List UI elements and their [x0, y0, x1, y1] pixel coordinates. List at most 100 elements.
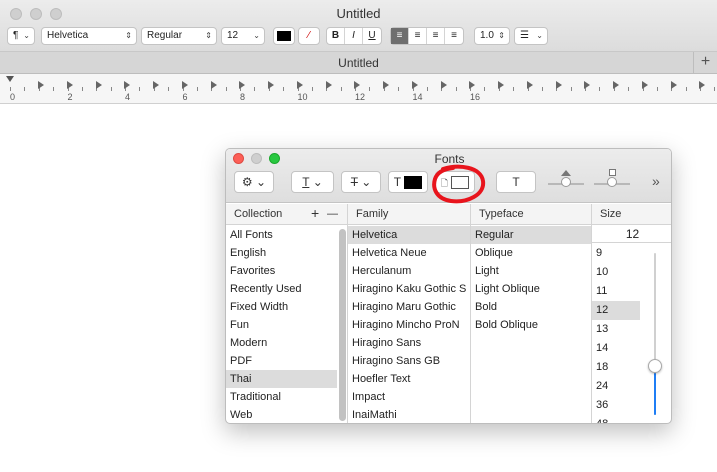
paragraph-style-popup[interactable]: ¶ ⌄	[7, 27, 35, 45]
collection-item[interactable]: Modern	[226, 334, 337, 352]
family-item[interactable]: Helvetica Neue	[348, 244, 470, 262]
tab-untitled[interactable]: Untitled	[0, 56, 717, 70]
family-item[interactable]: InaiMathi	[348, 406, 470, 423]
family-list[interactable]: Helvetica Helvetica Neue Herculanum Hiragin…	[348, 226, 470, 423]
size-item[interactable]: 12	[592, 301, 640, 320]
size-item[interactable]: 13	[592, 320, 640, 339]
family-item[interactable]: Hiragino Mincho ProN	[348, 316, 470, 334]
family-item[interactable]: Helvetica	[348, 226, 470, 244]
family-item[interactable]: Hoefler Text	[348, 370, 470, 388]
strikethrough-menu-button[interactable]: T ⌄	[341, 171, 381, 193]
size-item[interactable]: 11	[592, 282, 640, 301]
tab-stop-icon[interactable]	[699, 81, 705, 89]
italic-button[interactable]: I	[345, 28, 363, 44]
tab-stop-icon[interactable]	[297, 81, 303, 89]
tab-stop-icon[interactable]	[153, 81, 159, 89]
tab-stop-icon[interactable]	[268, 81, 274, 89]
tab-stop-icon[interactable]	[326, 81, 332, 89]
align-left-icon[interactable]: ≡	[391, 28, 409, 44]
tab-stop-icon[interactable]	[239, 81, 245, 89]
text-color-button[interactable]: T	[388, 171, 428, 193]
align-justify-icon[interactable]: ≡	[445, 28, 463, 44]
align-center-icon[interactable]: ≡	[409, 28, 427, 44]
indent-marker-icon[interactable]	[6, 76, 14, 82]
size-item[interactable]: 36	[592, 396, 640, 415]
new-tab-button[interactable]: +	[693, 52, 717, 73]
size-item[interactable]: 18	[592, 358, 640, 377]
collection-item[interactable]: Favorites	[226, 262, 337, 280]
list-popup[interactable]: ☰ ⌄	[514, 27, 548, 45]
tab-stop-icon[interactable]	[211, 81, 217, 89]
shadow-blur-knob[interactable]	[607, 177, 617, 187]
font-style-popup[interactable]: Regular ⇕	[141, 27, 217, 45]
add-collection-button[interactable]: +	[311, 205, 319, 221]
typeface-item[interactable]: Regular	[471, 226, 591, 244]
collection-item[interactable]: Traditional	[226, 388, 337, 406]
font-size-combo[interactable]: 12 ⌄	[221, 27, 265, 45]
collection-item[interactable]: Thai	[226, 370, 337, 388]
family-item[interactable]: Hiragino Sans	[348, 334, 470, 352]
actions-menu-button[interactable]: ⚙ ⌄	[234, 171, 274, 193]
typeface-item[interactable]: Oblique	[471, 244, 591, 262]
family-item[interactable]: Hiragino Maru Gothic	[348, 298, 470, 316]
collection-item[interactable]: Web	[226, 406, 337, 423]
tab-stop-icon[interactable]	[182, 81, 188, 89]
more-icon[interactable]: »	[652, 173, 660, 189]
size-item[interactable]: 24	[592, 377, 640, 396]
typeface-list[interactable]: Regular Oblique Light Light Oblique Bold Bold…	[471, 226, 591, 334]
collection-item[interactable]: All Fonts	[226, 226, 337, 244]
family-item[interactable]: Hiragino Sans GB	[348, 352, 470, 370]
family-item[interactable]: Impact	[348, 388, 470, 406]
shadow-opacity-knob[interactable]	[561, 177, 571, 187]
tab-stop-icon[interactable]	[671, 81, 677, 89]
typeface-item[interactable]: Bold Oblique	[471, 316, 591, 334]
tab-stop-icon[interactable]	[67, 81, 73, 89]
tab-stop-icon[interactable]	[469, 81, 475, 89]
collection-scrollbar[interactable]	[339, 229, 346, 421]
remove-collection-button[interactable]: —	[327, 208, 338, 220]
tab-stop-icon[interactable]	[354, 81, 360, 89]
ruler[interactable]: 0 2 4 6 8 10 12 14 16	[0, 74, 717, 104]
collection-item[interactable]: English	[226, 244, 337, 262]
tab-stop-icon[interactable]	[96, 81, 102, 89]
family-item[interactable]: Hiragino Kaku Gothic S	[348, 280, 470, 298]
tab-stop-icon[interactable]	[38, 81, 44, 89]
typeface-item[interactable]: Light	[471, 262, 591, 280]
tab-stop-icon[interactable]	[584, 81, 590, 89]
typeface-item[interactable]: Bold	[471, 298, 591, 316]
background-color-well[interactable]: ⁄	[298, 27, 320, 45]
line-spacing-popup[interactable]: 1.0 ⇕	[474, 27, 510, 45]
tab-stop-icon[interactable]	[124, 81, 130, 89]
tab-stop-icon[interactable]	[383, 81, 389, 89]
size-slider-knob[interactable]	[648, 359, 662, 373]
underline-menu-button[interactable]: T ⌄	[291, 171, 334, 193]
ruler-label: 2	[67, 92, 73, 102]
tab-stop-icon[interactable]	[441, 81, 447, 89]
size-field[interactable]: 12	[592, 225, 671, 243]
size-item[interactable]: 10	[592, 263, 640, 282]
tab-stop-icon[interactable]	[498, 81, 504, 89]
text-shadow-button[interactable]: T	[496, 171, 536, 193]
tab-stop-icon[interactable]	[412, 81, 418, 89]
align-right-icon[interactable]: ≡	[427, 28, 445, 44]
size-item[interactable]: 14	[592, 339, 640, 358]
fonts-panel-titlebar: Fonts ⚙ ⌄ T ⌄ T ⌄ T 🗋 T »	[226, 149, 671, 204]
collection-item[interactable]: PDF	[226, 352, 337, 370]
size-list[interactable]: 9 10 11 12 13 14 18 24 36 48	[592, 244, 640, 423]
collection-item[interactable]: Fixed Width	[226, 298, 337, 316]
size-item[interactable]: 9	[592, 244, 640, 263]
tab-stop-icon[interactable]	[556, 81, 562, 89]
text-color-well[interactable]	[273, 27, 295, 45]
font-family-popup[interactable]: Helvetica ⇕	[41, 27, 137, 45]
family-item[interactable]: Herculanum	[348, 262, 470, 280]
collection-list[interactable]: All Fonts English Favorites Recently Used Fi…	[226, 226, 337, 423]
tab-stop-icon[interactable]	[613, 81, 619, 89]
bold-button[interactable]: B	[327, 28, 345, 44]
underline-button[interactable]: U	[363, 28, 381, 44]
collection-item[interactable]: Recently Used	[226, 280, 337, 298]
tab-stop-icon[interactable]	[527, 81, 533, 89]
typeface-item[interactable]: Light Oblique	[471, 280, 591, 298]
size-item[interactable]: 48	[592, 415, 640, 423]
tab-stop-icon[interactable]	[642, 81, 648, 89]
collection-item[interactable]: Fun	[226, 316, 337, 334]
